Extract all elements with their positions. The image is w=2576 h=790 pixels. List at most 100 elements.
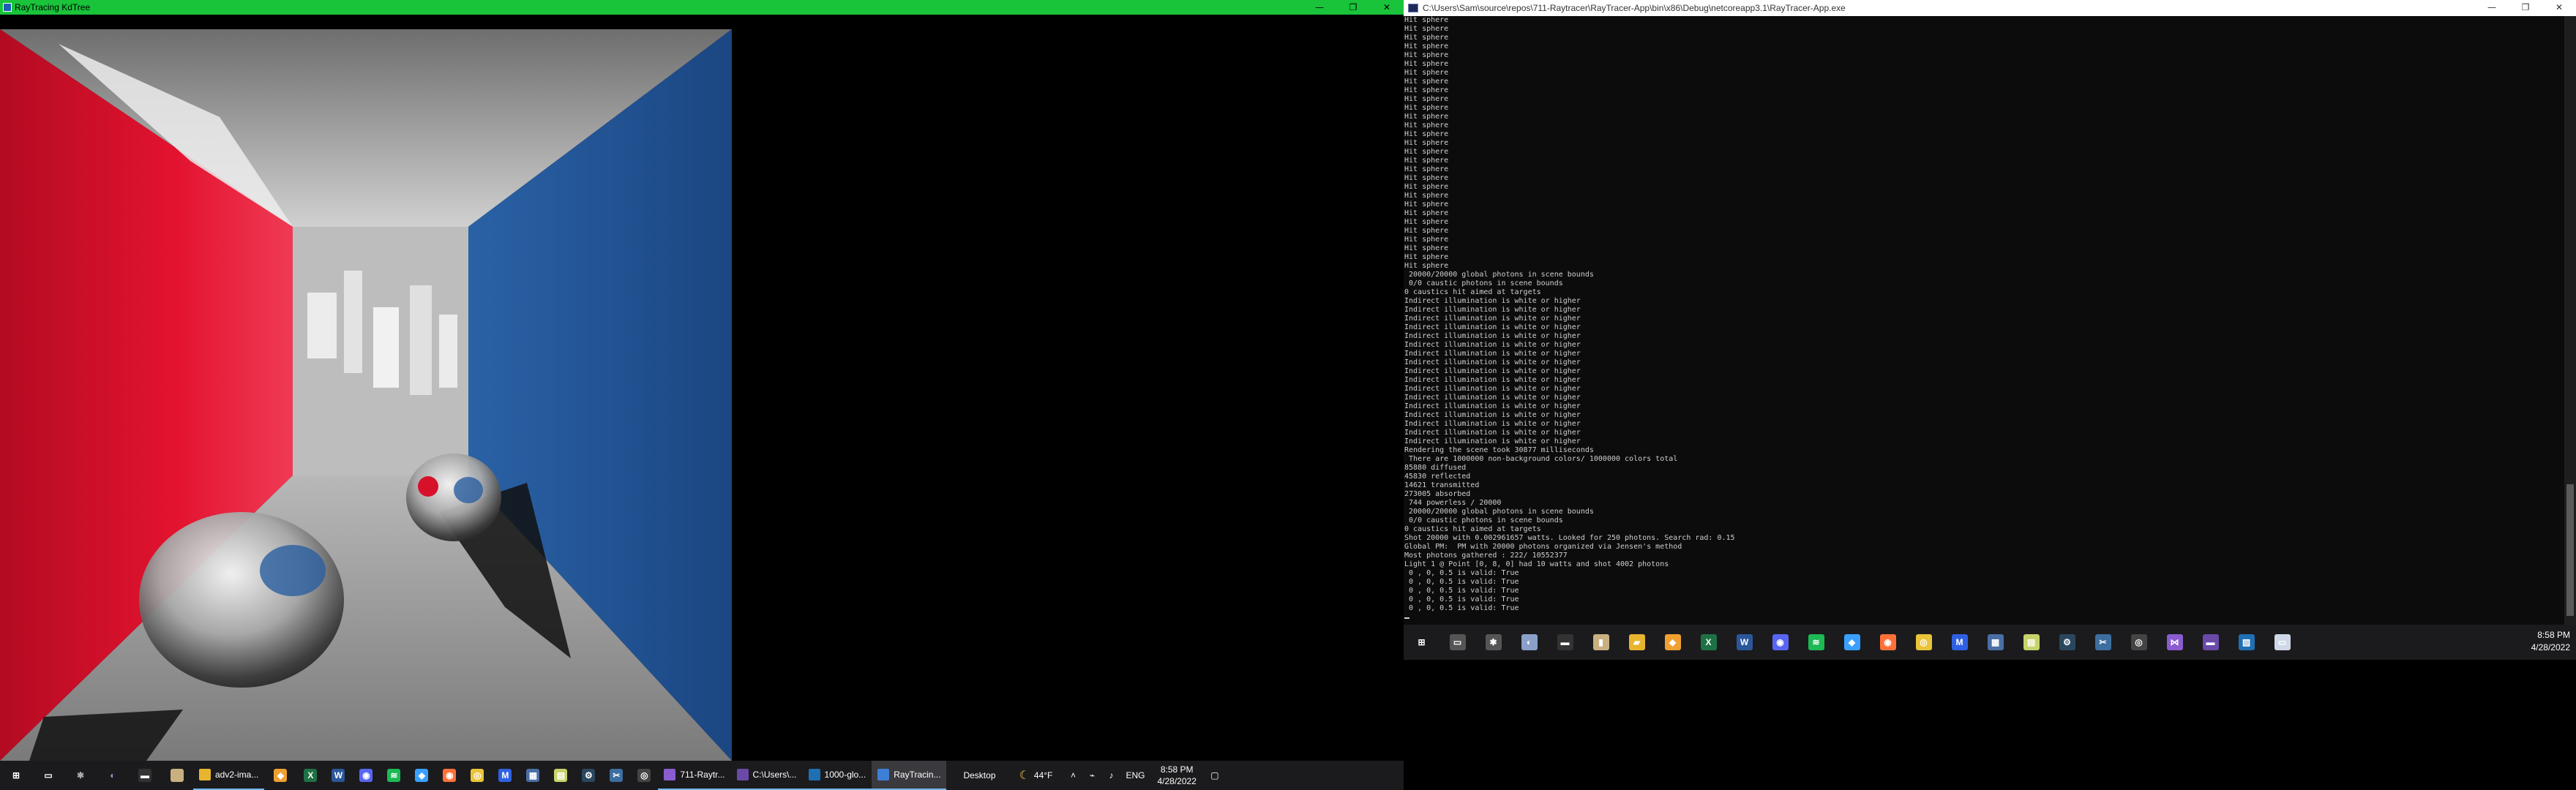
console-line: Hit sphere [1404, 209, 1449, 217]
excel-icon[interactable]: X [1690, 625, 1726, 660]
desktop-toolbar[interactable]: Desktop [946, 761, 1012, 790]
notepad-icon[interactable]: ▤ [547, 761, 574, 790]
raytracer-icon[interactable]: ▭ [2264, 625, 2300, 660]
firefox-dev-icon[interactable]: ◆ [408, 761, 435, 790]
taskbar-clock[interactable]: 8:58 PM 4/28/2022 [1150, 764, 1203, 787]
small-sphere-blue [454, 477, 483, 503]
calculator-icon[interactable]: ▦ [519, 761, 547, 790]
obs-icon[interactable]: ◎ [2121, 625, 2157, 660]
console-line: 0 , 0, 0.5 is valid: True [1404, 587, 1519, 595]
taskbar-window-raytracer[interactable]: RayTracin... [872, 761, 947, 790]
spotify-icon[interactable]: ≋ [1798, 625, 1834, 660]
desktop-label: Desktop [963, 770, 996, 780]
image-icon[interactable]: ▨ [2228, 625, 2264, 660]
console-line: Hit sphere [1404, 157, 1449, 165]
firefox-dev-icon[interactable]: ◆ [1834, 625, 1870, 660]
console-line: Hit sphere [1404, 104, 1449, 112]
firefox-icon[interactable]: ◉ [435, 761, 463, 790]
console-line: Indirect illumination is white or higher [1404, 367, 1581, 375]
console-scrollbar[interactable] [2564, 16, 2576, 625]
notepad-icon[interactable]: ▤ [2013, 625, 2049, 660]
snipping-icon[interactable]: ✂ [2085, 625, 2121, 660]
network-icon[interactable]: ⌁ [1082, 761, 1101, 790]
empty-desktop-area [1404, 660, 2576, 790]
console-cursor-line [1404, 613, 1735, 622]
console-line: Most photons gathered : 222/ 10552377 [1404, 552, 1568, 560]
malwarebytes-icon[interactable]: M [1942, 625, 1977, 660]
git-icon[interactable]: ◆ [264, 761, 296, 790]
console-titlebar[interactable]: C:\Users\Sam\source\repos\711-Raytracer\… [1404, 0, 2576, 16]
cat-icon[interactable]: ✱ [1475, 625, 1511, 660]
console-line: 0/0 caustic photons in scene bounds [1404, 279, 1563, 287]
chrome-icon[interactable]: ◎ [463, 761, 491, 790]
visual-studio-icon [664, 769, 676, 780]
discord-icon[interactable]: ◉ [1762, 625, 1798, 660]
taskbar-clock[interactable]: 8:58 PM 4/28/2022 [2531, 629, 2570, 654]
malwarebytes-icon[interactable]: M [491, 761, 519, 790]
terminal-icon[interactable]: ▬ [1547, 625, 1583, 660]
notifications-icon[interactable]: ▢ [1204, 761, 1226, 790]
obs-icon[interactable]: ◎ [630, 761, 658, 790]
weather-widget[interactable]: ☾ 44°F [1012, 761, 1063, 790]
excel-icon[interactable]: X [296, 761, 324, 790]
maximize-button[interactable]: ❐ [2509, 0, 2542, 15]
cat-icon[interactable]: ✱ [64, 761, 97, 790]
console-line: Indirect illumination is white or higher [1404, 429, 1581, 437]
console-cursor [1404, 617, 1409, 619]
chevron-up-icon[interactable]: ˄ [1063, 761, 1082, 790]
firefox-icon[interactable]: ◉ [1870, 625, 1906, 660]
chrome-icon[interactable]: ◎ [1906, 625, 1942, 660]
discord-icon[interactable]: ◉ [352, 761, 380, 790]
right-monitor: C:\Users\Sam\source\repos\711-Raytracer\… [1404, 0, 2576, 790]
word-icon[interactable]: W [1726, 625, 1762, 660]
raytracer-titlebar[interactable]: RayTracing KdTree — ❐ ✕ [0, 0, 1404, 15]
calculator-icon[interactable]: ▦ [1977, 625, 2013, 660]
word-icon[interactable]: W [324, 761, 352, 790]
console-line: Hit sphere [1404, 139, 1449, 147]
close-button[interactable]: ✕ [1370, 0, 1404, 15]
taskbar-window-label: RayTracin... [894, 770, 941, 780]
book-icon[interactable]: ▮ [1583, 625, 1619, 660]
clock-date: 4/28/2022 [1157, 776, 1197, 786]
scrollbar-thumb[interactable] [2566, 484, 2574, 616]
taskbar-app-label: adv2-ima... [215, 770, 259, 780]
console-line: Hit sphere [1404, 78, 1449, 86]
paint-icon[interactable]: ◐ [1511, 625, 1547, 660]
console-icon[interactable]: ▬ [2193, 625, 2228, 660]
book-icon[interactable] [161, 761, 193, 790]
taskbar-window-image[interactable]: 1000-glo... [802, 761, 872, 790]
console-line: Indirect illumination is white or higher [1404, 411, 1581, 419]
console-line: 0 , 0, 0.5 is valid: True [1404, 595, 1519, 603]
task-view-icon[interactable]: ▭ [1439, 625, 1475, 660]
windows-start-icon[interactable]: ⊞ [1404, 625, 1439, 660]
volume-icon[interactable]: ♪ [1101, 761, 1120, 790]
paint-icon[interactable]: ◐ [97, 761, 129, 790]
console-output[interactable]: Hit sphere Hit sphere Hit sphere Hit sphere… [1404, 16, 2576, 625]
console-line: Light 1 @ Point [0, 8, 0] had 10 watts a… [1404, 560, 1669, 568]
git-icon[interactable]: ◆ [1655, 625, 1690, 660]
minimize-button[interactable]: — [1303, 0, 1336, 15]
console-line: Indirect illumination is white or higher [1404, 402, 1581, 410]
steam-icon[interactable]: ⚙ [574, 761, 602, 790]
terminal-icon[interactable]: ▬ [129, 761, 161, 790]
windows-start-icon[interactable]: ⊞ [0, 761, 32, 790]
spotify-icon[interactable]: ≋ [380, 761, 408, 790]
console-line: 45830 reflected [1404, 473, 1471, 481]
close-button[interactable]: ✕ [2542, 0, 2576, 15]
taskbar-window-visual-studio[interactable]: 711-Raytr... [658, 761, 731, 790]
task-view-icon[interactable]: ▭ [32, 761, 64, 790]
small-sphere [406, 454, 501, 541]
console-app-icon [1408, 4, 1418, 12]
folder-icon[interactable]: ▰ [1619, 625, 1655, 660]
steam-icon[interactable]: ⚙ [2049, 625, 2085, 660]
taskbar-app-folder[interactable]: adv2-ima... [193, 761, 265, 790]
console-line: Indirect illumination is white or higher [1404, 297, 1581, 305]
console-line: Hit sphere [1404, 262, 1449, 270]
minimize-button[interactable]: — [2475, 0, 2509, 15]
snipping-icon[interactable]: ✂ [602, 761, 630, 790]
maximize-button[interactable]: ❐ [1336, 0, 1370, 15]
console-line: 0 , 0, 0.5 is valid: True [1404, 569, 1519, 577]
visual-studio-icon[interactable]: ⋈ [2157, 625, 2193, 660]
taskbar-window-console[interactable]: C:\Users\... [730, 761, 803, 790]
language-indicator[interactable]: ENG [1120, 761, 1150, 790]
